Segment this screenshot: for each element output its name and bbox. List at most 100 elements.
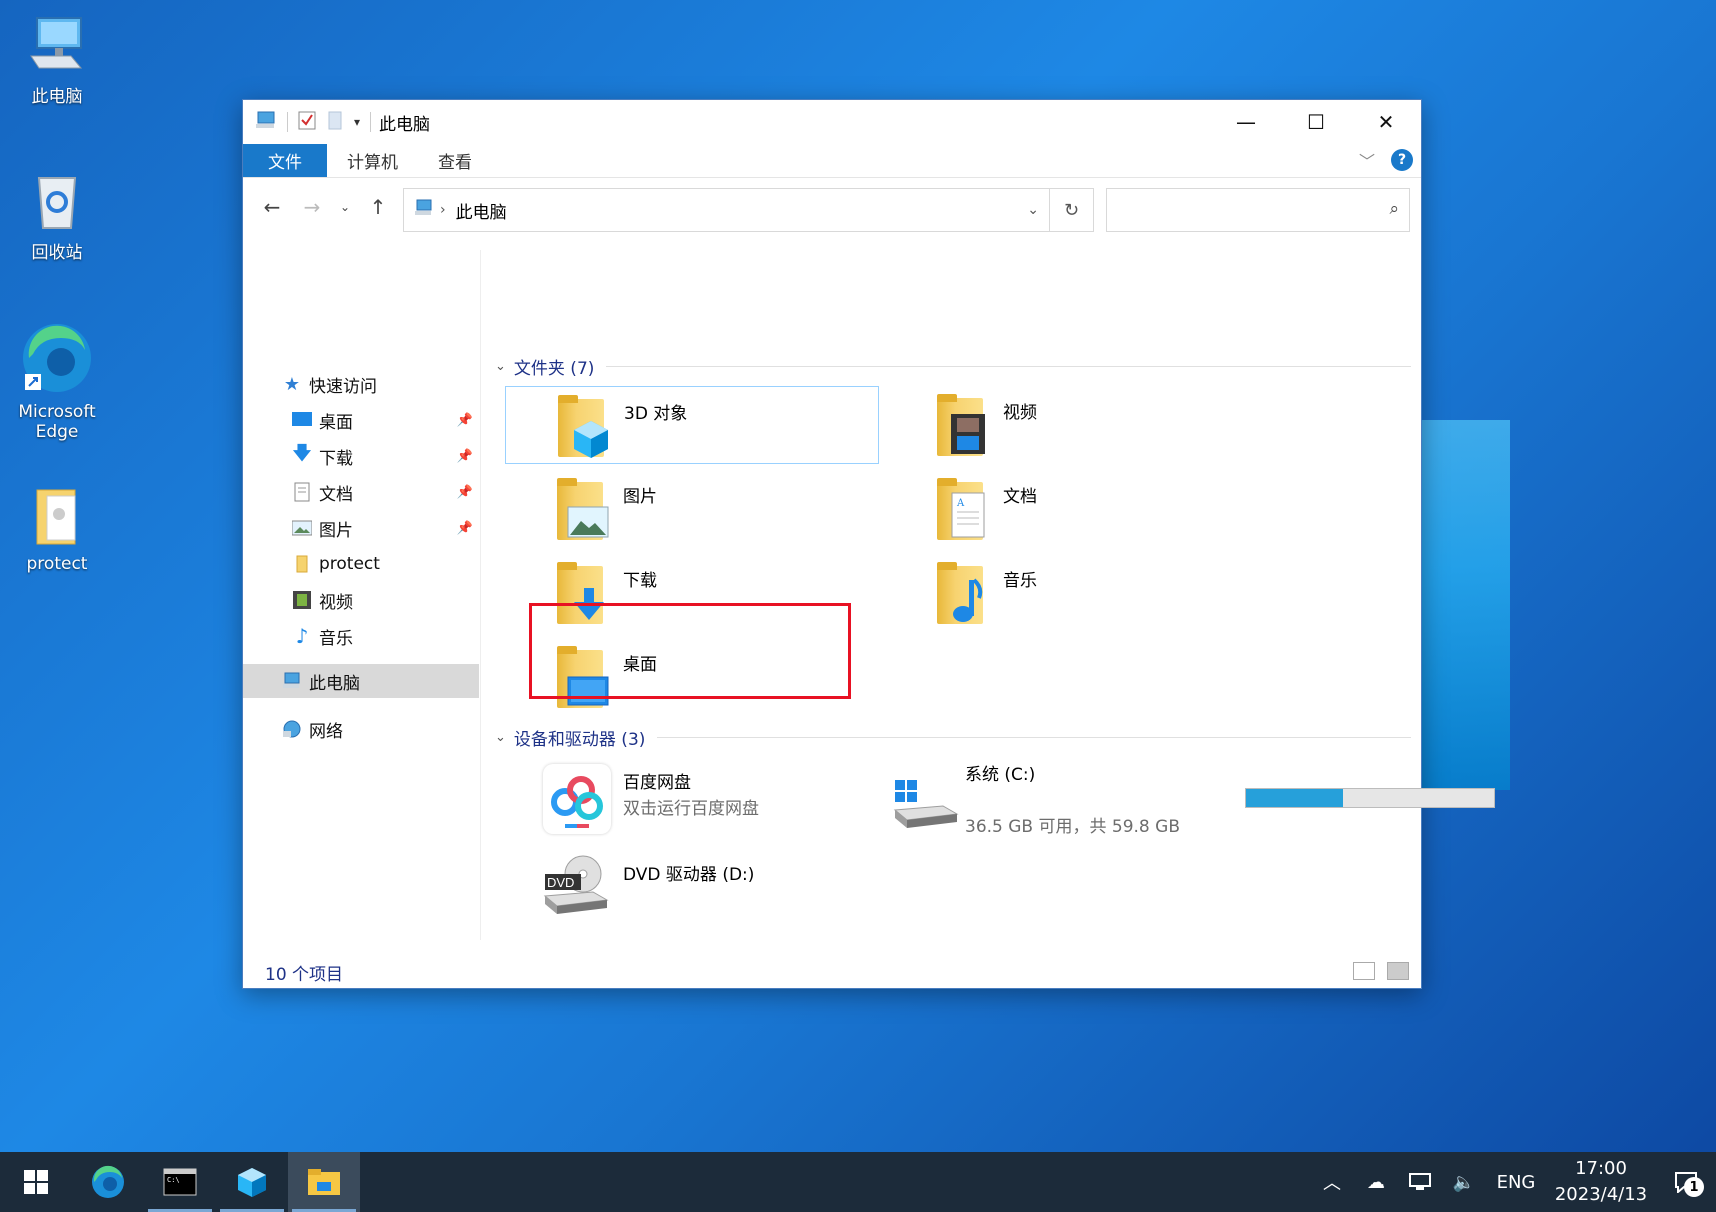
details-view-icon[interactable] <box>1353 962 1375 980</box>
start-button[interactable] <box>0 1152 72 1212</box>
desktop-icon-label: 此电脑 <box>31 87 83 107</box>
tab-computer[interactable]: 计算机 <box>327 144 418 177</box>
title-bar[interactable]: ▾ 此电脑 — ☐ ✕ <box>243 100 1421 144</box>
search-input[interactable] <box>1115 189 1375 229</box>
taskbar-app[interactable] <box>216 1152 288 1212</box>
device-tile-baidu[interactable]: 百度网盘 双击运行百度网盘 <box>529 756 839 844</box>
tab-file[interactable]: 文件 <box>243 144 327 177</box>
breadcrumb-separator-icon[interactable]: › <box>440 202 446 218</box>
status-bar: 10 个项目 <box>243 955 1421 989</box>
refresh-button[interactable]: ↻ <box>1050 188 1094 232</box>
taskbar-file-explorer[interactable] <box>288 1152 360 1212</box>
hard-drive-icon <box>893 780 959 828</box>
windows-logo-icon <box>24 1170 48 1194</box>
sidebar-item-downloads[interactable]: 🡇 下载 📌 <box>243 439 479 473</box>
taskbar-edge[interactable] <box>72 1152 144 1212</box>
action-center-button[interactable]: 1 <box>1656 1171 1716 1197</box>
back-button[interactable]: ← <box>257 192 287 222</box>
pin-icon[interactable]: 📌 <box>457 413 473 428</box>
clock-date: 2023/4/13 <box>1554 1184 1648 1205</box>
chevron-down-icon[interactable]: ⌄ <box>1027 202 1039 218</box>
pin-icon[interactable]: 📌 <box>457 449 473 464</box>
folder-tile-pictures[interactable]: 图片 <box>505 470 879 548</box>
edge-icon <box>19 320 95 396</box>
edge-icon <box>92 1165 124 1198</box>
group-header-devices[interactable]: ⌄ 设备和驱动器 (3) <box>495 725 1411 750</box>
language-indicator[interactable]: ENG <box>1486 1172 1546 1193</box>
volume-icon[interactable]: 🔈 <box>1442 1172 1486 1193</box>
sidebar-item-quick-access[interactable]: ★ 快速访问 <box>243 367 479 401</box>
computer-icon <box>25 12 89 76</box>
chevron-down-icon[interactable]: ⌄ <box>495 730 506 745</box>
forward-button[interactable]: → <box>297 192 327 222</box>
maximize-button[interactable]: ☐ <box>1281 100 1351 144</box>
folder-tile-music[interactable]: 音乐 <box>885 554 1259 632</box>
search-box[interactable]: ⌕ <box>1106 188 1410 232</box>
sidebar-item-desktop[interactable]: 桌面 📌 <box>243 403 479 437</box>
desktop-icon-protect[interactable]: protect <box>2 484 112 574</box>
tab-view[interactable]: 查看 <box>418 144 492 177</box>
tile-label: 系统 (C:) <box>965 765 1036 785</box>
desktop-icon-label: 回收站 <box>31 243 83 263</box>
group-header-folders[interactable]: ⌄ 文件夹 (7) <box>495 354 1411 379</box>
sidebar-item-label: 快速访问 <box>309 376 377 397</box>
sidebar-item-videos[interactable]: 视频 <box>243 583 479 617</box>
highlight-box <box>529 603 851 699</box>
divider <box>287 112 288 132</box>
sidebar-item-protect[interactable]: protect <box>243 547 479 581</box>
drive-usage-fill <box>1246 789 1343 807</box>
folder-tile-videos[interactable]: 视频 <box>885 386 1259 464</box>
minimize-button[interactable]: — <box>1211 100 1281 144</box>
folder-3d-objects-icon <box>554 395 610 459</box>
sidebar-item-this-pc[interactable]: 此电脑 <box>243 664 479 698</box>
desktop-icon-recycle-bin[interactable]: 回收站 <box>2 168 112 263</box>
clock[interactable]: 17:00 2023/4/13 <box>1546 1156 1656 1208</box>
terminal-icon: C:\ <box>163 1168 197 1196</box>
computer-icon <box>281 671 303 691</box>
device-tile-system-c[interactable]: 系统 (C:) 36.5 GB 可用，共 59.8 GB <box>885 756 1265 844</box>
onedrive-icon[interactable]: ☁ <box>1354 1172 1398 1193</box>
folder-tile-3d-objects[interactable]: 3D 对象 <box>505 386 879 464</box>
sidebar-item-label: 视频 <box>319 592 353 613</box>
sidebar-item-label: 下载 <box>319 448 353 469</box>
desktop-icon-edge[interactable]: Microsoft Edge <box>2 320 112 442</box>
breadcrumb-item[interactable]: 此电脑 <box>456 198 507 223</box>
desktop-icon-this-pc[interactable]: 此电脑 <box>2 12 112 107</box>
pin-icon[interactable]: 📌 <box>457 485 473 500</box>
network-icon[interactable] <box>1398 1172 1442 1192</box>
folder-music-icon <box>933 562 989 626</box>
taskbar-command-prompt[interactable]: C:\ <box>144 1152 216 1212</box>
sidebar-item-music[interactable]: ♪ 音乐 <box>243 619 479 653</box>
large-icons-view-icon[interactable] <box>1387 962 1409 980</box>
film-icon <box>291 590 313 610</box>
properties-icon[interactable] <box>298 110 316 134</box>
ribbon-controls: ﹀ ? <box>1359 148 1413 172</box>
folder-documents-icon: A <box>933 478 989 542</box>
drive-free-space: 36.5 GB 可用，共 59.8 GB <box>965 817 1180 837</box>
search-icon[interactable]: ⌕ <box>1389 199 1399 219</box>
close-button[interactable]: ✕ <box>1351 100 1421 144</box>
chevron-down-icon[interactable]: ▾ <box>354 115 360 129</box>
new-folder-icon[interactable] <box>326 110 344 134</box>
folder-icon <box>308 1169 340 1195</box>
sidebar-item-label: 桌面 <box>319 412 353 433</box>
chevron-down-icon[interactable]: ⌄ <box>495 359 506 374</box>
sidebar-item-network[interactable]: 网络 <box>243 712 479 746</box>
recent-locations-button[interactable]: ⌄ <box>337 192 353 222</box>
desktop-icon <box>291 410 313 430</box>
pin-icon[interactable]: 📌 <box>457 521 473 536</box>
computer-icon <box>255 110 277 134</box>
sidebar-item-documents[interactable]: 文档 📌 <box>243 475 479 509</box>
sidebar-item-pictures[interactable]: 图片 📌 <box>243 511 479 545</box>
show-hidden-icons-button[interactable]: ︿ <box>1310 1169 1354 1195</box>
folder-tile-documents[interactable]: A 文档 <box>885 470 1259 548</box>
desktop-icon-label: Microsoft Edge <box>18 402 96 442</box>
expand-ribbon-icon[interactable]: ﹀ <box>1359 148 1375 172</box>
address-bar[interactable]: › 此电脑 ⌄ <box>403 188 1050 232</box>
up-button[interactable]: ↑ <box>363 192 393 222</box>
help-icon[interactable]: ? <box>1391 149 1413 171</box>
music-note-icon: ♪ <box>295 624 309 648</box>
picture-icon <box>291 518 313 538</box>
device-tile-dvd[interactable]: DVD DVD 驱动器 (D:) <box>529 850 849 930</box>
group-header-label: 文件夹 (7) <box>513 359 595 379</box>
